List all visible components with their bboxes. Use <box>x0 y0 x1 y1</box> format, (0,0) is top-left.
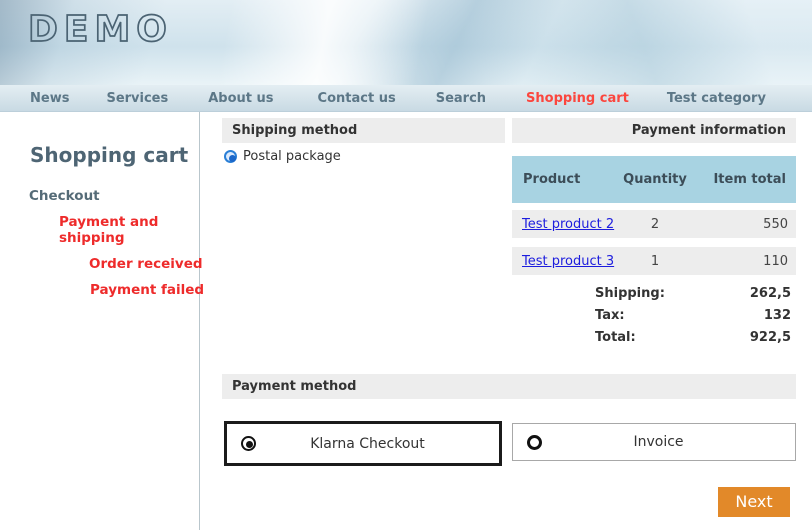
sidebar-title: Shopping cart <box>30 143 189 167</box>
nav-item-shopping-cart[interactable]: Shopping cart <box>526 91 629 106</box>
nav-item-contact-us[interactable]: Contact us <box>318 91 396 106</box>
nav-item-about-us[interactable]: About us <box>208 91 273 106</box>
sidebar-item-order-received[interactable]: Order received <box>89 256 203 272</box>
summary-row-total: Total: 922,5 <box>512 326 796 348</box>
radio-selected-icon[interactable] <box>241 436 256 451</box>
nav-item-search[interactable]: Search <box>436 91 486 106</box>
quantity-cell: 2 <box>650 216 660 232</box>
item-total-cell: 550 <box>763 216 788 232</box>
demo-logo-text: DEMO <box>28 9 173 50</box>
column-header-item-total: Item total <box>713 172 786 187</box>
summary-label: Shipping: <box>595 285 665 301</box>
payment-option-invoice[interactable]: Invoice <box>512 423 796 461</box>
nav-item-services[interactable]: Services <box>106 91 168 106</box>
payment-information-header: Payment information <box>512 118 796 143</box>
table-header-row: Product Quantity Item total <box>512 156 796 203</box>
payment-option-klarna-checkout[interactable]: Klarna Checkout <box>224 421 502 466</box>
column-header-quantity: Quantity <box>623 172 687 187</box>
main-nav: News Services About us Contact us Search… <box>0 85 812 112</box>
nav-item-news[interactable]: News <box>30 91 69 106</box>
sidebar-item-checkout[interactable]: Checkout <box>29 188 100 204</box>
summary-value: 262,5 <box>749 285 791 301</box>
demo-logo[interactable]: DEMO <box>26 5 216 55</box>
summary-label: Total: <box>595 329 636 345</box>
summary-value: 922,5 <box>749 329 791 345</box>
nav-item-test-category[interactable]: Test category <box>667 91 766 106</box>
cart-table: Product Quantity Item total Test product… <box>512 156 796 275</box>
sidebar-item-payment-failed[interactable]: Payment failed <box>90 282 204 298</box>
page-root: DEMO News Services About us Contact us S… <box>0 0 812 530</box>
sidebar-divider <box>199 112 200 530</box>
shipping-option-label: Postal package <box>243 149 341 164</box>
table-row: Test product 3 1 110 <box>512 247 796 275</box>
product-link[interactable]: Test product 3 <box>522 254 614 269</box>
table-row: Test product 2 2 550 <box>512 210 796 238</box>
payment-method-header: Payment method <box>222 374 796 399</box>
payment-option-label: Invoice <box>633 434 684 450</box>
column-header-product: Product <box>523 172 581 187</box>
next-button[interactable]: Next <box>718 487 790 517</box>
summary-value: 132 <box>763 307 791 323</box>
payment-option-label: Klarna Checkout <box>310 435 425 452</box>
site-header: DEMO <box>0 0 812 85</box>
summary-row-shipping: Shipping: 262,5 <box>512 282 796 304</box>
radio-unselected-icon[interactable] <box>527 434 542 450</box>
shipping-method-header: Shipping method <box>222 118 505 143</box>
item-total-cell: 110 <box>763 253 788 269</box>
order-summary: Shipping: 262,5 Tax: 132 Total: 922,5 <box>512 282 796 348</box>
sidebar-item-payment-and-shipping[interactable]: Payment and shipping <box>59 214 177 246</box>
summary-label: Tax: <box>595 307 625 323</box>
summary-row-tax: Tax: 132 <box>512 304 796 326</box>
quantity-cell: 1 <box>650 253 660 269</box>
shipping-option-postal-package[interactable]: Postal package <box>224 149 341 164</box>
radio-selected-icon[interactable] <box>224 150 237 163</box>
product-link[interactable]: Test product 2 <box>522 217 614 232</box>
